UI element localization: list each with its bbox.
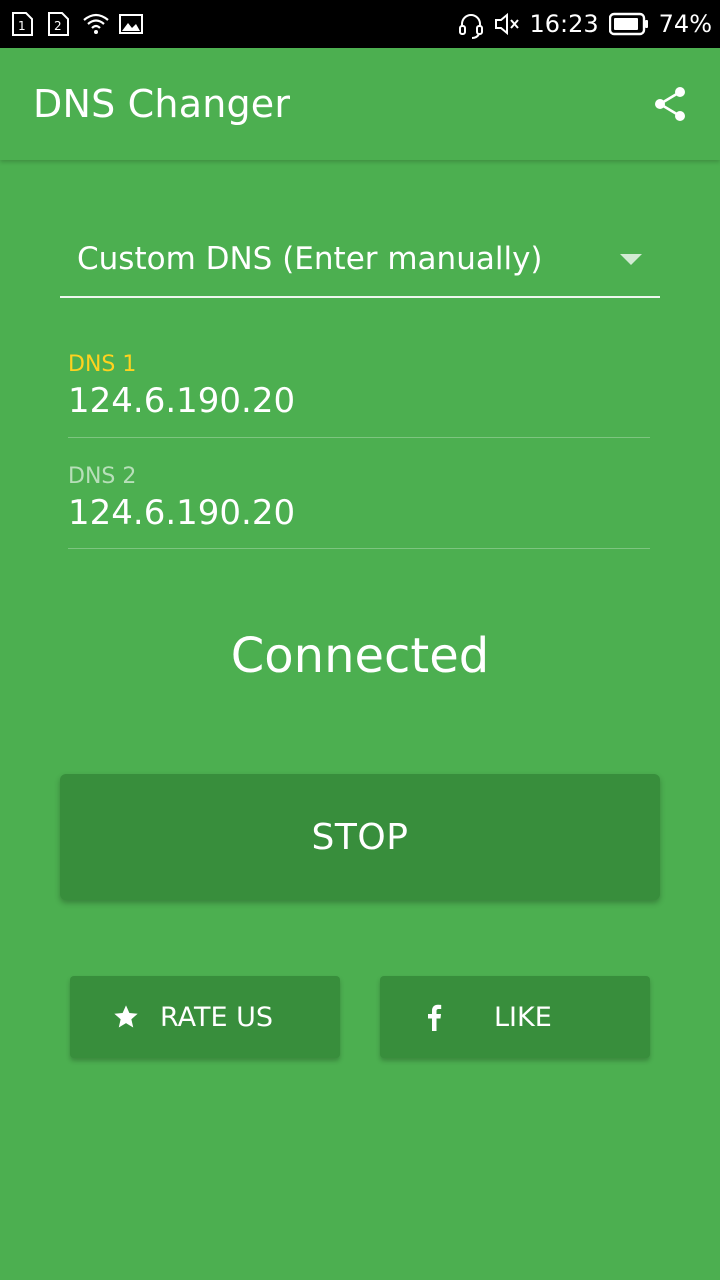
battery-icon — [608, 11, 649, 37]
dns2-field: DNS 2 — [68, 464, 650, 549]
dns-provider-selected: Custom DNS (Enter manually) — [77, 241, 543, 277]
svg-text:1: 1 — [18, 19, 26, 33]
share-button[interactable] — [650, 84, 690, 124]
dns1-input[interactable] — [68, 377, 650, 427]
status-bar: 1 2 16:23 74% — [0, 0, 720, 48]
star-icon — [112, 1003, 140, 1031]
mute-icon — [493, 11, 520, 37]
facebook-icon — [426, 1003, 442, 1031]
like-label: LIKE — [494, 1001, 552, 1033]
dns2-input[interactable] — [68, 489, 650, 539]
dropdown-arrow-icon — [620, 253, 642, 265]
stop-button[interactable]: STOP — [60, 774, 660, 900]
status-time: 16:23 — [529, 10, 599, 38]
connection-status: Connected — [230, 628, 490, 684]
headset-icon — [457, 11, 484, 39]
dns2-label: DNS 2 — [68, 464, 137, 489]
rate-us-label: RATE US — [160, 1001, 274, 1033]
dns1-label: DNS 1 — [68, 352, 137, 377]
sim2-icon: 2 — [46, 11, 72, 37]
status-bar-right: 16:23 74% — [457, 10, 712, 39]
sim1-icon: 1 — [10, 11, 36, 37]
dns1-field: DNS 1 — [68, 352, 650, 438]
like-button[interactable]: LIKE — [380, 976, 650, 1058]
app-title: DNS Changer — [33, 82, 291, 126]
svg-text:2: 2 — [54, 19, 62, 33]
dns-provider-dropdown[interactable]: Custom DNS (Enter manually) — [60, 222, 660, 298]
share-icon — [655, 87, 685, 121]
battery-percentage: 74% — [658, 10, 712, 38]
rate-us-button[interactable]: RATE US — [70, 976, 340, 1058]
app-bar: DNS Changer — [0, 48, 720, 160]
wifi-icon — [82, 11, 109, 37]
status-bar-left: 1 2 — [10, 11, 144, 37]
image-notification-icon — [118, 11, 144, 37]
